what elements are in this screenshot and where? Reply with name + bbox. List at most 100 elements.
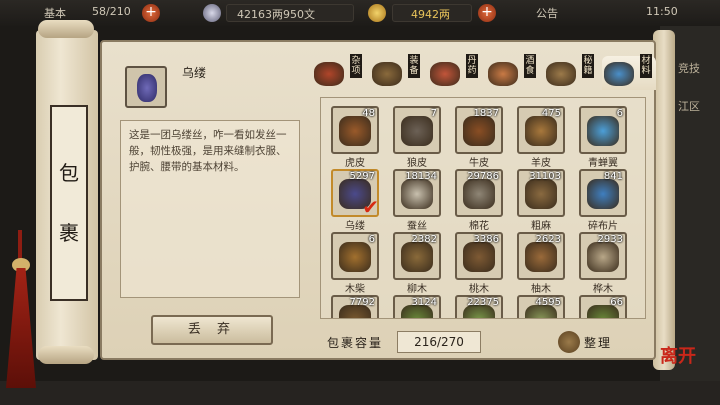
sort-button[interactable]: 整理	[584, 334, 612, 351]
item-count: 7792	[349, 297, 375, 308]
item-slot[interactable]: 66	[579, 295, 627, 318]
silver-value: 42163两950文	[237, 8, 315, 21]
item-icon	[463, 116, 495, 146]
top-status-bar: 基本 58/210 + 42163两950文 4942两 + 公告 11:50	[0, 0, 720, 26]
notice-button[interactable]: 公告	[536, 5, 558, 21]
title-char-1: 包	[59, 161, 79, 185]
item-count: 7	[430, 108, 437, 119]
item-icon	[401, 116, 433, 146]
item-icon	[525, 116, 557, 146]
item-name-label: 桃木	[469, 284, 489, 295]
item-slot[interactable]: 22375	[455, 295, 503, 318]
item-slot[interactable]: 475	[517, 106, 565, 154]
item-slot[interactable]: 18134	[393, 169, 441, 217]
item-name-label: 碎布片	[588, 221, 618, 232]
item-name-label: 粗麻	[531, 221, 551, 232]
scroll-rod-bottom	[38, 346, 94, 364]
item-name-label: 桦木	[593, 284, 613, 295]
item-name-label: 棉花	[469, 221, 489, 232]
item-slot[interactable]: 6	[331, 232, 379, 280]
tab-4[interactable]: 秘籍	[544, 54, 598, 90]
tab-label: 酒食	[524, 54, 536, 78]
gold-value: 4942两	[411, 8, 450, 21]
item-slot[interactable]: 3124	[393, 295, 441, 318]
energy-value: 58/210	[92, 5, 131, 18]
item-count: 2933	[597, 234, 623, 245]
gold-icon	[368, 4, 386, 22]
item-count: 22375	[467, 297, 499, 308]
item-slot[interactable]: 1837	[455, 106, 503, 154]
item-icon	[587, 179, 619, 209]
item-count: 1837	[473, 108, 499, 119]
item-slot[interactable]: 4595	[517, 295, 565, 318]
item-count: 2382	[411, 234, 437, 245]
item-grid: 48 虎皮 7 狼皮 1837 牛皮 475 羊皮 6 青蝉翼 5297 ✔ 乌缕 18134 蚕丝 2978…	[320, 97, 646, 319]
item-slot[interactable]: 2382	[393, 232, 441, 280]
item-icon	[525, 179, 557, 209]
item-count: 18134	[405, 171, 437, 182]
side-label-2[interactable]: 江区	[678, 98, 700, 114]
item-count: 2623	[535, 234, 561, 245]
item-slot[interactable]: 6	[579, 106, 627, 154]
tab-label: 杂项	[350, 54, 362, 78]
title-char-2: 裹	[59, 221, 79, 245]
side-label-1[interactable]: 竞技	[678, 60, 700, 76]
selected-check-icon: ✔	[362, 195, 379, 219]
item-icon	[525, 242, 557, 272]
top-left-label: 基本	[44, 7, 66, 20]
tab-icon	[372, 62, 402, 86]
tab-2[interactable]: 丹药	[428, 54, 482, 90]
item-icon	[401, 179, 433, 209]
item-description-text: 这是一团乌缕丝，咋一看如发丝一般，韧性极强，是用来缝制衣服、护腕、腰带的基本材料…	[129, 129, 287, 173]
tassel-decoration	[6, 268, 36, 388]
item-slot[interactable]: 2933	[579, 232, 627, 280]
item-slot[interactable]: 48	[331, 106, 379, 154]
item-count: 3386	[473, 234, 499, 245]
add-gold-button[interactable]: +	[478, 4, 496, 22]
item-slot[interactable]: 7	[393, 106, 441, 154]
item-slot[interactable]: 2623	[517, 232, 565, 280]
item-count: 4595	[535, 297, 561, 308]
tab-icon	[430, 62, 460, 86]
silver-field: 42163两950文	[226, 4, 354, 22]
tab-icon	[488, 62, 518, 86]
tab-5[interactable]: 材料	[602, 54, 656, 90]
scroll-right-edge	[653, 30, 675, 370]
item-icon	[463, 179, 495, 209]
capacity-label: 包裹容量	[327, 336, 384, 350]
tab-label: 装备	[408, 54, 420, 78]
tab-3[interactable]: 酒食	[486, 54, 540, 90]
item-slot[interactable]: 29786	[455, 169, 503, 217]
item-name-label: 乌缕	[345, 221, 365, 232]
add-energy-button[interactable]: +	[142, 4, 160, 22]
tab-icon	[314, 62, 344, 86]
item-slot[interactable]: 841	[579, 169, 627, 217]
silver-icon	[203, 4, 221, 22]
tab-1[interactable]: 装备	[370, 54, 424, 90]
discard-button[interactable]: 丢 弃	[151, 315, 273, 345]
item-count: 6	[616, 108, 623, 119]
item-icon	[587, 242, 619, 272]
item-name-label: 柳木	[407, 284, 427, 295]
item-count: 66	[610, 297, 623, 308]
item-slot[interactable]: 7792	[331, 295, 379, 318]
background-bottom	[0, 381, 720, 405]
item-slot[interactable]: 3386	[455, 232, 503, 280]
item-count: 5297	[349, 171, 375, 182]
item-slot[interactable]: 5297 ✔	[331, 169, 379, 219]
item-name-label: 牛皮	[469, 158, 489, 169]
selected-item-icon	[125, 66, 167, 108]
scroll-rod-top	[38, 20, 94, 38]
item-description: 这是一团乌缕丝，咋一看如发丝一般，韧性极强，是用来缝制衣服、护腕、腰带的基本材料…	[120, 120, 300, 298]
item-count: 6	[368, 234, 375, 245]
item-icon	[587, 116, 619, 146]
tab-icon	[546, 62, 576, 86]
selected-item-name: 乌缕	[182, 66, 207, 80]
item-icon	[463, 242, 495, 272]
item-count: 29786	[467, 171, 499, 182]
tab-0[interactable]: 杂项	[312, 54, 366, 90]
item-slot[interactable]: 31103	[517, 169, 565, 217]
sort-bag-icon[interactable]	[558, 331, 580, 353]
item-icon	[339, 242, 371, 272]
leave-button[interactable]: 离开	[660, 342, 696, 368]
